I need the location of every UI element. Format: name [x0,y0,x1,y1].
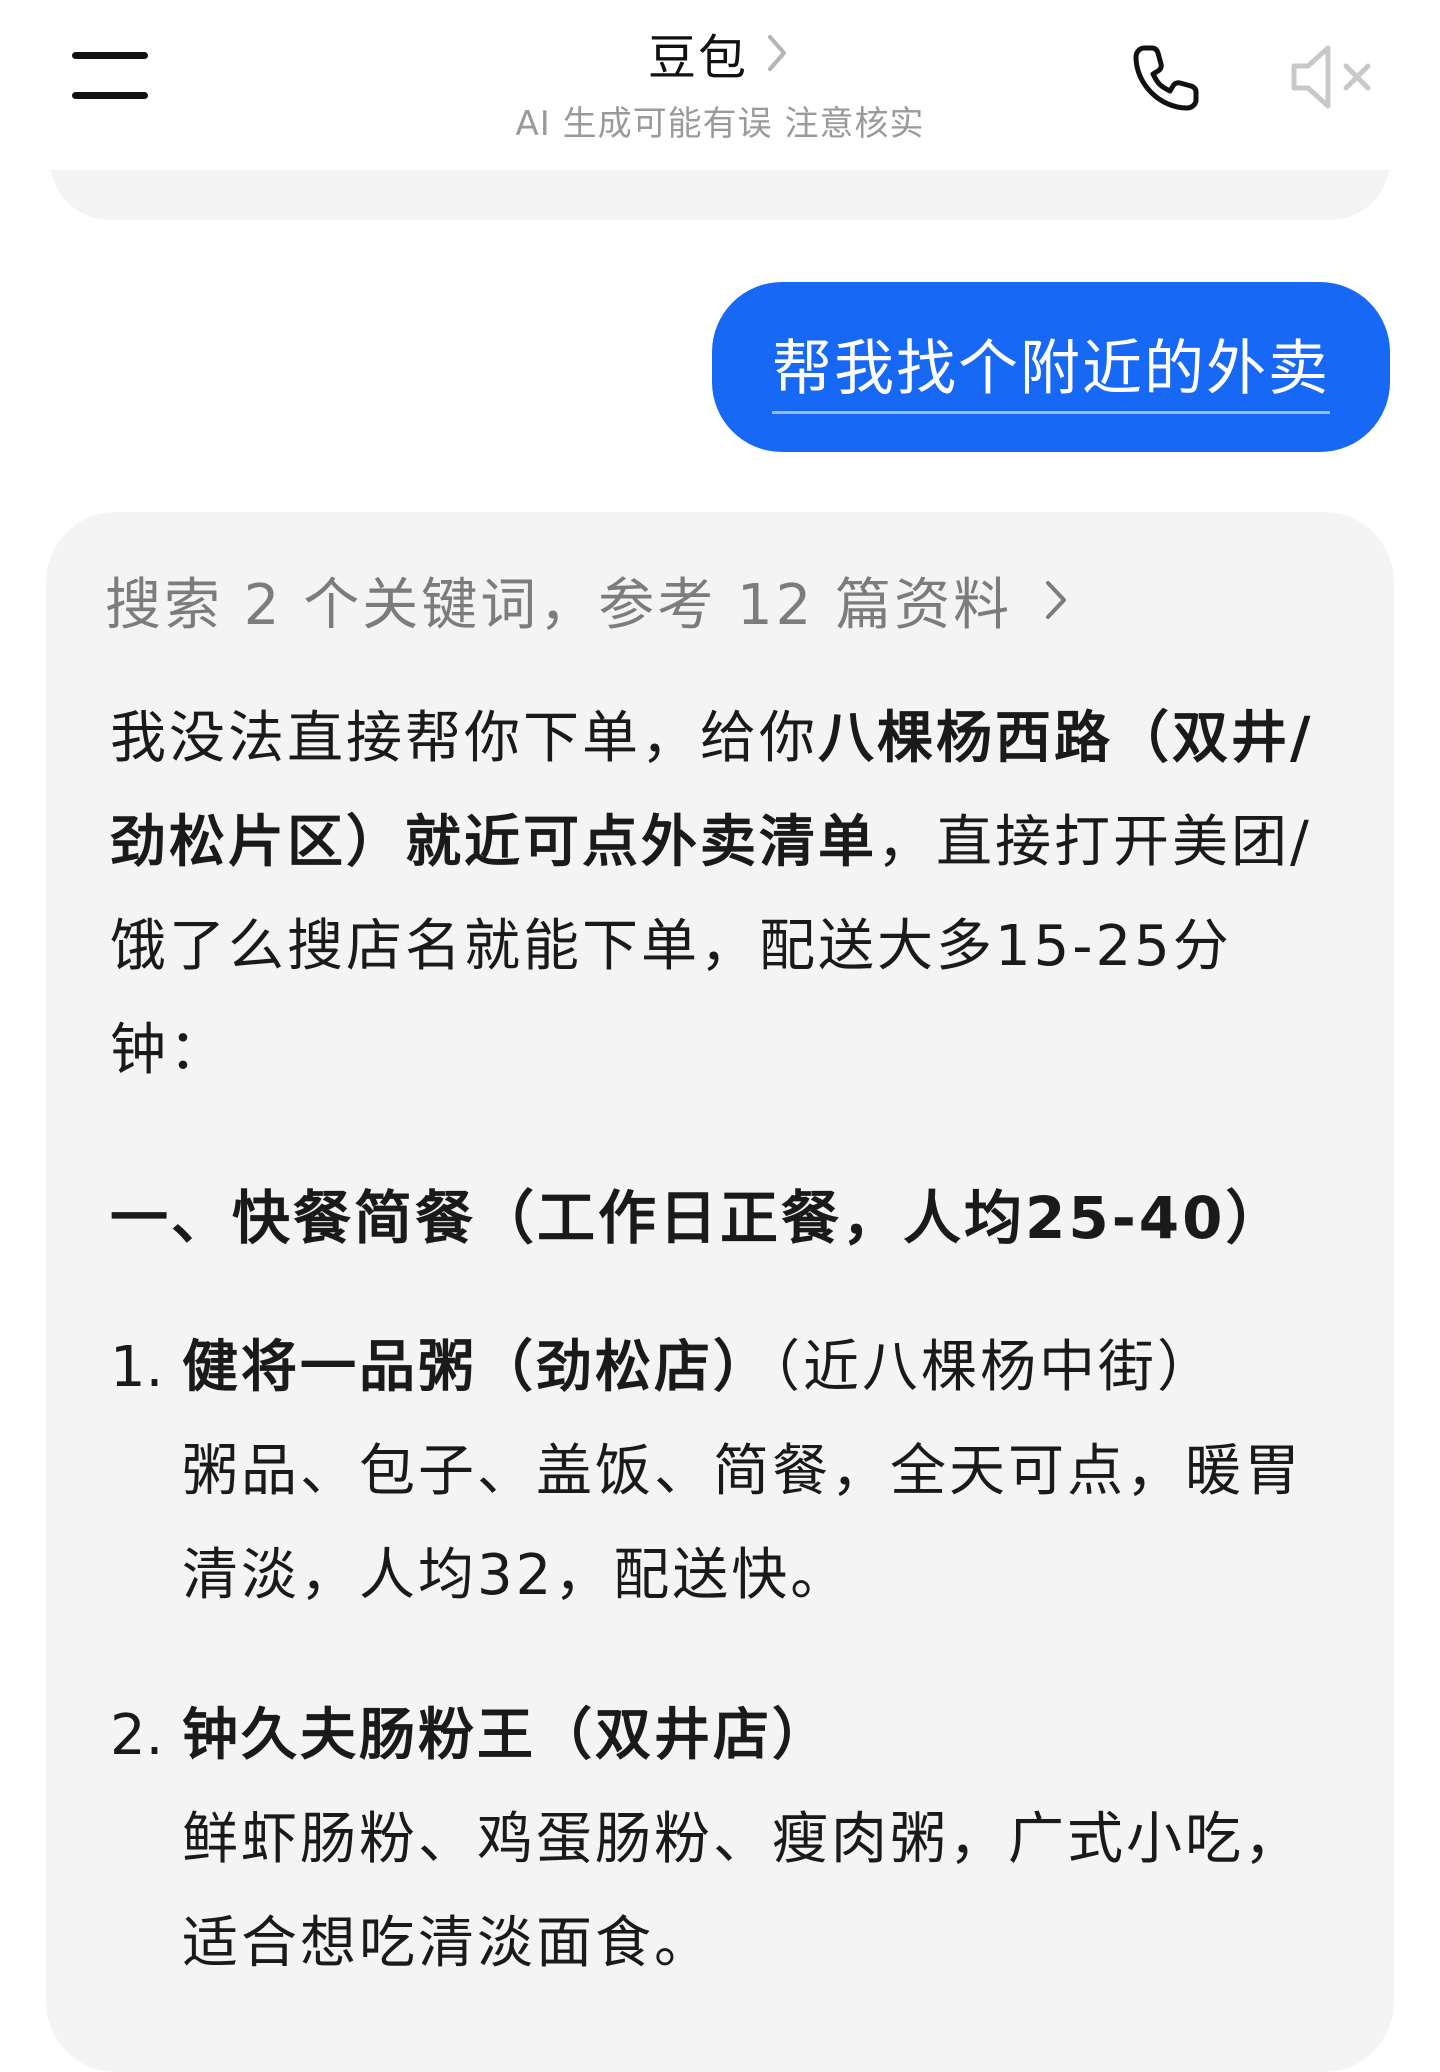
bot-name: 豆包 [647,30,748,86]
list-item-body: 健将一品粥（劲松店）（近八棵杨中街） 粥品、包子、盖饭、简餐，全天可点，暖胃清淡… [182,1316,1350,1628]
restaurant-name: 健将一品粥（劲松店） [182,1335,772,1400]
phone-icon[interactable] [1130,40,1204,114]
speaker-muted-icon[interactable] [1288,42,1380,112]
intro-text: 我没法直接帮你下单，给你 [110,706,818,771]
title-area: 豆包 AI 生成可能有误 注意核实 [380,18,1060,145]
list-item-body: 钟久夫肠粉王（双井店） 鲜虾肠粉、鸡蛋肠粉、瘦肉粥，广式小吃，适合想吃清淡面食。 [182,1684,1350,1996]
user-message-bubble[interactable]: 帮我找个附近的外卖 [712,282,1390,452]
ai-disclaimer: AI 生成可能有误 注意核实 [515,104,925,144]
list-number: 2. [110,1703,164,1768]
chat-header: 豆包 AI 生成可能有误 注意核实 [0,0,1440,170]
restaurant-description: 粥品、包子、盖饭、简餐，全天可点，暖胃清淡，人均32，配送快。 [182,1439,1303,1608]
restaurant-location: （近八棵杨中街） [772,1335,1216,1400]
menu-icon[interactable] [72,52,150,102]
references-text: 搜索 2 个关键词，参考 12 篇资料 [105,572,1013,638]
list-number: 1. [110,1335,164,1400]
restaurant-name: 钟久夫肠粉王（双井店） [182,1703,831,1768]
chevron-right-icon [768,35,786,71]
section-heading: 一、快餐简餐（工作日正餐，人均25-40） [110,1184,1287,1252]
restaurant-description: 鲜虾肠粉、鸡蛋肠粉、瘦肉粥，广式小吃，适合想吃清淡面食。 [182,1807,1303,1976]
chevron-right-icon [1046,581,1067,619]
references-toggle[interactable]: 搜索 2 个关键词，参考 12 篇资料 [105,565,1072,638]
user-message-text: 帮我找个附近的外卖 [772,320,1330,414]
bot-title-button[interactable]: 豆包 [648,18,792,88]
answer-intro: 我没法直接帮你下单，给你八棵杨西路（双井/劲松片区）就近可点外卖清单，直接打开美… [110,687,1340,1103]
